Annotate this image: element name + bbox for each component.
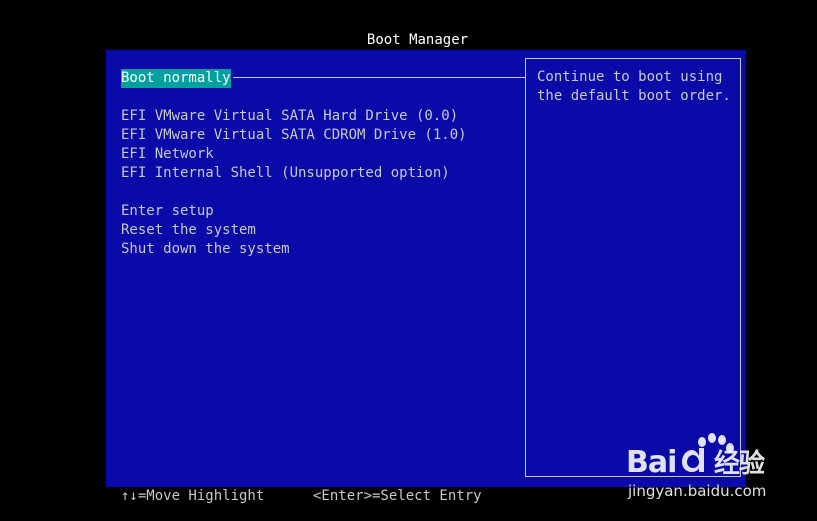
page-title: Boot Manager [366,32,469,48]
menu-item-efi-cdrom-drive[interactable]: EFI VMware Virtual SATA CDROM Drive (1.0… [121,126,467,145]
menu-item-efi-hard-drive[interactable]: EFI VMware Virtual SATA Hard Drive (0.0) [121,107,458,126]
menu-item-boot-normally[interactable]: Boot normally [121,69,231,88]
menu-item-enter-setup[interactable]: Enter setup [121,202,214,221]
menu-item-reset-system[interactable]: Reset the system [121,221,256,240]
help-text: Continue to boot using the default boot … [537,69,731,104]
menu-item-shut-down[interactable]: Shut down the system [121,240,290,259]
watermark: Bai 经验 jingyan.baidu.com [626,430,806,510]
svg-text:经验: 经验 [714,448,765,479]
baidu-jingyan-logo-text: Bai 经验 [626,445,766,480]
footer-select-hint: <Enter>=Select Entry [313,488,482,504]
svg-text:Bai: Bai [626,445,676,480]
boot-manager-panel: Boot normally EFI VMware Virtual SATA Ha… [106,50,746,487]
watermark-url: jingyan.baidu.com [628,482,767,500]
help-box: Continue to boot using the default boot … [525,58,741,477]
menu-item-efi-network[interactable]: EFI Network [121,145,214,164]
footer-move-hint: ↑↓=Move Highlight [121,488,265,504]
selection-connector-line [233,77,525,78]
menu-item-efi-internal-shell[interactable]: EFI Internal Shell (Unsupported option) [121,164,450,183]
